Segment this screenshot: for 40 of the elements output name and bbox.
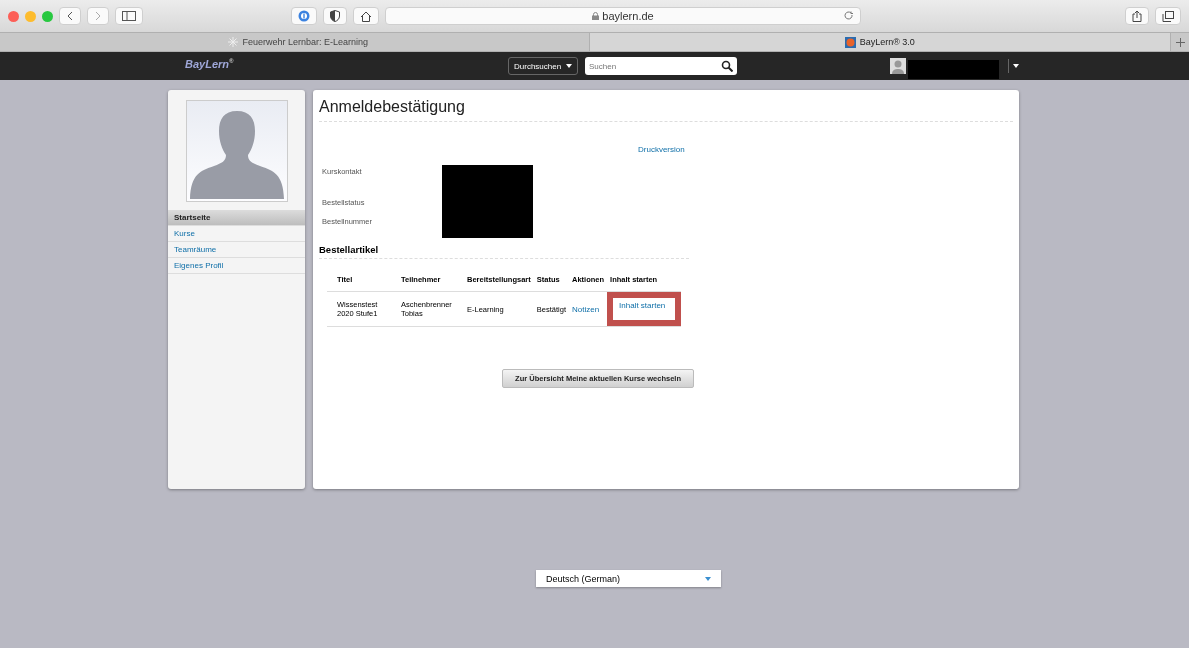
sidebar-item[interactable]: Eigenes Profil [168,258,305,274]
address-bar[interactable]: baylern.de [385,7,861,25]
search-icon[interactable] [721,60,733,72]
section-heading: Bestellartikel [319,244,689,259]
tabs-icon [1162,10,1174,22]
avatar-icon [185,100,288,202]
share-button[interactable] [1125,7,1149,25]
search-scope-dropdown[interactable]: Durchsuchen [508,57,579,75]
share-icon [1132,10,1142,22]
start-content-link[interactable]: Inhalt starten [619,301,666,310]
sidebar-button[interactable] [115,7,143,25]
plus-icon [1175,37,1185,47]
browser-tab[interactable]: Feuerwehr Lernbar: E-Learning [8,33,590,51]
lock-icon [592,12,600,20]
avatar-icon[interactable] [890,58,906,74]
password-icon [298,10,310,22]
print-link[interactable]: Druckversion [638,145,685,154]
home-icon [360,10,372,22]
home-button[interactable] [353,7,379,25]
sidebar-icon [122,11,136,21]
language-dropdown[interactable]: Deutsch (German) [536,570,721,587]
notes-link[interactable]: Notizen [571,304,600,314]
tabs-button[interactable] [1155,7,1181,25]
shield-button[interactable] [323,7,347,25]
sparkle-icon [228,37,239,47]
browser-tab[interactable]: BayLern® 3.0 [589,33,1171,51]
site-logo[interactable]: BayLern$^{®}$ [185,58,234,70]
search-field[interactable]: Suchen [585,57,737,75]
caret-icon [705,576,711,581]
password-button[interactable] [291,7,317,25]
chevron-right-icon [94,11,102,21]
chevron-left-icon [66,11,74,21]
close-icon[interactable] [8,10,19,22]
reload-icon[interactable] [844,11,854,21]
page-title: Anmeldebestätigung [319,98,1013,122]
sidebar-item[interactable]: Startseite [168,210,305,226]
sidebar-item[interactable]: Kurse [168,226,305,242]
shield-icon [330,10,340,22]
sidebar-item[interactable]: Teamräume [168,242,305,258]
caret-icon [566,64,573,68]
